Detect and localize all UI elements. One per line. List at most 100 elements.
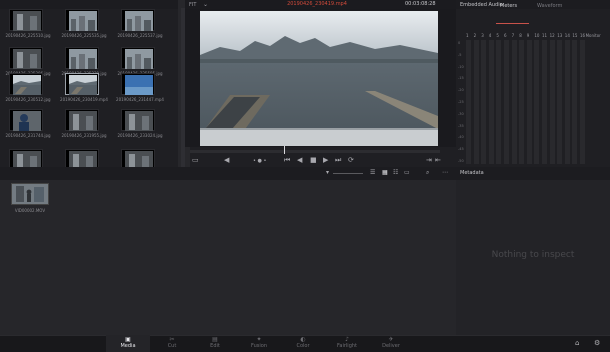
clip-caption: 20190426_225535.jpg <box>61 33 107 38</box>
sort-icon[interactable]: ▭ <box>404 169 410 176</box>
channel-meter <box>542 40 547 164</box>
page-tab-edit[interactable]: ▤ Edit <box>193 335 237 352</box>
media-pool-clip[interactable]: 20190426_231447.mp4 <box>116 73 164 111</box>
zoom-select[interactable]: FIT <box>189 2 196 8</box>
tab-waveform[interactable]: Waveform <box>537 3 562 9</box>
clip-preview-image <box>69 49 97 69</box>
list-view-icon[interactable]: ☷ <box>393 169 398 176</box>
metadata-view-icon[interactable]: ☰ <box>370 169 375 176</box>
media-pool-clip[interactable]: 20190426_231955.jpg <box>60 109 108 147</box>
clip-caption: 20190426_225537.jpg <box>117 33 163 38</box>
volume-icon[interactable]: ◀ <box>224 156 229 164</box>
scrubber-bar[interactable] <box>190 150 440 153</box>
thumbnail-view-icon[interactable]: ▦ <box>382 169 388 176</box>
media-pool-grid[interactable]: 20190426_225510.jpg 20190426_225535.jpg 20… <box>4 9 176 167</box>
clip-thumbnail[interactable] <box>65 109 99 131</box>
active-tab-indicator <box>496 23 529 24</box>
options-icon[interactable]: ⋯ <box>442 169 448 176</box>
skip-end-icon[interactable]: ⏭ <box>335 156 341 165</box>
clip-preview-image <box>69 75 97 95</box>
channel-label: 3 <box>481 33 484 38</box>
channel-meter <box>466 40 471 164</box>
loop-icon[interactable]: ⟳ <box>348 156 354 164</box>
media-pool-clip[interactable] <box>4 149 52 167</box>
page-tab-media[interactable]: ▣ Media <box>106 335 150 352</box>
deliver-icon: ✈ <box>388 336 394 343</box>
home-icon[interactable]: ⌂ <box>575 339 579 347</box>
chevron-down-icon[interactable]: ⌄ <box>203 1 208 8</box>
harbor-frame-image <box>200 11 438 146</box>
playhead[interactable] <box>284 146 285 154</box>
clip-preview-image <box>13 151 41 167</box>
zoom-slider[interactable] <box>333 173 363 174</box>
channel-label: 5 <box>496 33 499 38</box>
clip-thumbnail[interactable] <box>121 9 155 31</box>
viewer-mode-icon[interactable]: ▭ <box>192 156 199 164</box>
db-scale-label: -35 <box>458 123 464 128</box>
page-tab-label: Color <box>296 343 310 349</box>
page-tab-color[interactable]: ◐ Color <box>281 335 325 352</box>
clip-caption: 20190426_225510.jpg <box>5 33 51 38</box>
media-pool-clip[interactable]: 20190426_225537.jpg <box>116 9 164 47</box>
channel-meter <box>473 40 479 164</box>
db-scale-label: -5 <box>458 52 462 57</box>
clip-thumbnail[interactable] <box>9 149 43 167</box>
play-icon[interactable]: ▶ <box>323 156 328 164</box>
clip-preview-image <box>69 11 97 31</box>
channel-meter <box>549 40 555 164</box>
stop-icon[interactable]: ■ <box>310 156 317 164</box>
page-tab-deliver[interactable]: ✈ Deliver <box>369 335 413 352</box>
media-pool-clip[interactable]: 20190426_230512.jpg <box>4 73 52 111</box>
clip-thumbnail[interactable] <box>9 109 43 131</box>
page-tab-fairlight[interactable]: ♪ Fairlight <box>325 335 369 352</box>
clip-thumbnail[interactable] <box>121 109 155 131</box>
channel-label: 8 <box>519 33 522 38</box>
viewer-frame[interactable] <box>200 11 438 146</box>
clip-thumbnail[interactable] <box>9 47 43 69</box>
clip-thumbnail[interactable] <box>65 9 99 31</box>
channel-meter <box>534 40 540 164</box>
db-scale-label: -30 <box>458 111 464 116</box>
channel-meter <box>511 40 517 164</box>
media-pool-clip[interactable]: 20190426_231744.jpg <box>4 109 52 147</box>
channel-meter <box>496 40 502 164</box>
clip-thumbnail[interactable] <box>121 73 155 95</box>
media-pool-clip[interactable] <box>60 149 108 167</box>
audio-meter-icon[interactable]: ▾ <box>326 169 329 176</box>
db-scale-label: -25 <box>458 100 464 104</box>
clip-thumbnail[interactable] <box>121 47 155 69</box>
bin-clip-thumbnail[interactable] <box>11 183 49 205</box>
media-pool-clip[interactable]: 20190426_225535.jpg <box>60 9 108 47</box>
clip-preview-image <box>13 111 41 131</box>
settings-icon[interactable]: ⚙ <box>594 339 600 347</box>
bin-area[interactable] <box>0 180 456 335</box>
clip-preview-image <box>69 151 97 167</box>
search-icon[interactable]: ⌕ <box>426 169 429 177</box>
clip-preview-image <box>125 75 153 95</box>
media-pool-clip[interactable] <box>116 149 164 167</box>
jog-icon[interactable]: • ● • <box>253 158 266 164</box>
clip-preview-image <box>125 151 153 167</box>
clip-caption: 20190426_231744.jpg <box>5 133 51 138</box>
clip-thumbnail[interactable] <box>121 149 155 167</box>
skip-start-icon[interactable]: ⏮ <box>284 156 290 165</box>
play-reverse-icon[interactable]: ◀ <box>297 156 302 164</box>
clip-thumbnail[interactable] <box>65 149 99 167</box>
page-tab-fusion[interactable]: ✦ Fusion <box>237 335 281 352</box>
media-pool-clip[interactable]: 20190426_233024.jpg <box>116 109 164 147</box>
mark-out-icon[interactable]: ⇤ <box>435 156 441 164</box>
clip-thumbnail[interactable] <box>9 73 43 95</box>
mark-in-icon[interactable]: ⇥ <box>426 156 432 164</box>
page-tab-cut[interactable]: ✂ Cut <box>150 335 194 352</box>
db-scale-label: -50 <box>458 159 464 163</box>
page-tab-label: Edit <box>210 343 220 349</box>
clip-thumbnail[interactable] <box>65 73 99 95</box>
page-tab-label: Deliver <box>382 343 400 349</box>
media-pool-clip[interactable]: 20190426_230419.mp4 <box>60 73 108 111</box>
clip-thumbnail[interactable] <box>65 47 99 69</box>
fairlight-icon: ♪ <box>345 336 349 343</box>
clip-thumbnail[interactable] <box>9 9 43 31</box>
media-pool-clip[interactable]: 20190426_225510.jpg <box>4 9 52 47</box>
clip-preview-image <box>69 111 97 131</box>
tab-meters[interactable]: Meters <box>500 3 517 9</box>
